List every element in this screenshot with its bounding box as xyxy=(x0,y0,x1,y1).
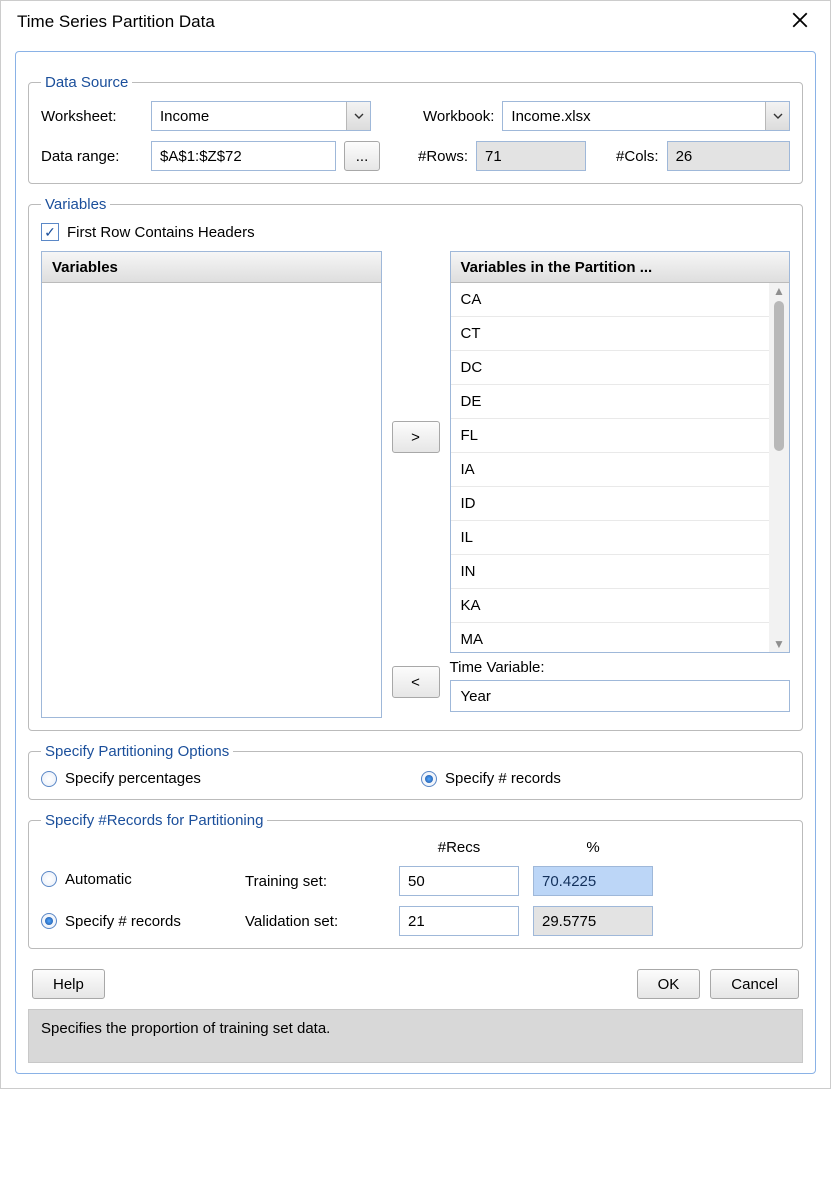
check-icon: ✓ xyxy=(41,223,59,241)
training-recs-input[interactable] xyxy=(399,866,519,896)
training-pct-value: 70.4225 xyxy=(533,866,653,896)
workbook-label: Workbook: xyxy=(423,108,494,125)
move-buttons-column: > < xyxy=(392,251,440,718)
time-variable-value: Year xyxy=(461,688,491,705)
specify-records-manual-radio[interactable]: Specify # records xyxy=(41,913,181,930)
list-item[interactable]: IA xyxy=(451,453,770,487)
radio-icon xyxy=(41,871,57,887)
worksheet-value: Income xyxy=(160,108,209,125)
ok-button[interactable]: OK xyxy=(637,969,701,999)
data-range-input[interactable] xyxy=(151,141,336,171)
scrollbar-thumb[interactable] xyxy=(774,301,784,451)
records-options-group: Specify #Records for Partitioning #Recs … xyxy=(28,812,803,949)
data-range-browse-button[interactable]: ... xyxy=(344,141,380,171)
specify-records-manual-label: Specify # records xyxy=(65,913,181,930)
specify-records-radio[interactable]: Specify # records xyxy=(421,770,561,787)
records-options-legend: Specify #Records for Partitioning xyxy=(41,812,267,829)
list-item[interactable]: FL xyxy=(451,419,770,453)
list-item[interactable]: MA xyxy=(451,623,770,652)
titlebar: Time Series Partition Data xyxy=(1,1,830,43)
specify-percentages-label: Specify percentages xyxy=(65,770,201,787)
time-variable-section: Time Variable: Year xyxy=(450,659,791,712)
chevron-down-icon[interactable] xyxy=(346,102,370,130)
partition-variables-column: Variables in the Partition ... CA CT DC … xyxy=(450,251,791,718)
available-variables-list[interactable] xyxy=(41,283,382,718)
move-left-button[interactable]: < xyxy=(392,666,440,698)
scrollbar[interactable]: ▲ ▼ xyxy=(769,283,789,652)
validation-pct-value: 29.5775 xyxy=(533,906,653,936)
automatic-label: Automatic xyxy=(65,871,132,888)
workbook-combo[interactable]: Income.xlsx xyxy=(502,101,790,131)
specify-records-label: Specify # records xyxy=(445,770,561,787)
time-variable-label: Time Variable: xyxy=(450,659,791,676)
workbook-value: Income.xlsx xyxy=(511,108,590,125)
list-item[interactable]: IL xyxy=(451,521,770,555)
partition-variables-list[interactable]: CA CT DC DE FL IA ID IL IN KA MA xyxy=(450,283,791,653)
rows-label: #Rows: xyxy=(418,148,468,165)
training-set-label: Training set: xyxy=(245,873,385,890)
list-item[interactable]: IN xyxy=(451,555,770,589)
dialog-body: Data Source Worksheet: Income Workbook: … xyxy=(1,51,830,1088)
recs-header: #Recs xyxy=(399,839,519,856)
list-item[interactable]: DC xyxy=(451,351,770,385)
scroll-up-icon[interactable]: ▲ xyxy=(773,285,785,297)
available-variables-column: Variables xyxy=(41,251,382,718)
worksheet-label: Worksheet: xyxy=(41,108,143,125)
partition-options-legend: Specify Partitioning Options xyxy=(41,743,233,760)
list-item[interactable]: CA xyxy=(451,283,770,317)
help-button[interactable]: Help xyxy=(32,969,105,999)
data-source-group: Data Source Worksheet: Income Workbook: … xyxy=(28,74,803,184)
time-variable-input[interactable]: Year xyxy=(450,680,791,712)
list-item[interactable]: KA xyxy=(451,589,770,623)
automatic-radio[interactable]: Automatic xyxy=(41,871,132,888)
first-row-headers-checkbox[interactable]: ✓ First Row Contains Headers xyxy=(41,223,255,241)
specify-percentages-radio[interactable]: Specify percentages xyxy=(41,770,381,787)
list-item[interactable]: DE xyxy=(451,385,770,419)
status-bar: Specifies the proportion of training set… xyxy=(28,1009,803,1063)
pct-header: % xyxy=(533,839,653,856)
partition-variables-items: CA CT DC DE FL IA ID IL IN KA MA xyxy=(451,283,770,652)
cols-value: 26 xyxy=(667,141,790,171)
data-range-label: Data range: xyxy=(41,148,143,165)
data-source-legend: Data Source xyxy=(41,74,132,91)
list-item[interactable]: CT xyxy=(451,317,770,351)
rows-value: 71 xyxy=(476,141,586,171)
first-row-headers-label: First Row Contains Headers xyxy=(67,224,255,241)
variables-group: Variables ✓ First Row Contains Headers V… xyxy=(28,196,803,731)
main-panel: Data Source Worksheet: Income Workbook: … xyxy=(15,51,816,1074)
scroll-down-icon[interactable]: ▼ xyxy=(773,638,785,650)
dialog-window: Time Series Partition Data Data Source W… xyxy=(0,0,831,1089)
button-row: Help OK Cancel xyxy=(28,969,803,999)
radio-icon xyxy=(41,771,57,787)
cols-label: #Cols: xyxy=(616,148,659,165)
partition-variables-header: Variables in the Partition ... xyxy=(450,251,791,283)
cancel-button[interactable]: Cancel xyxy=(710,969,799,999)
available-variables-header: Variables xyxy=(41,251,382,283)
list-item[interactable]: ID xyxy=(451,487,770,521)
worksheet-combo[interactable]: Income xyxy=(151,101,371,131)
window-title: Time Series Partition Data xyxy=(17,12,215,32)
move-right-button[interactable]: > xyxy=(392,421,440,453)
radio-icon xyxy=(421,771,437,787)
variables-legend: Variables xyxy=(41,196,110,213)
dual-list: Variables > < Variables in the Partition… xyxy=(41,251,790,718)
close-icon[interactable] xyxy=(786,11,814,33)
chevron-down-icon[interactable] xyxy=(765,102,789,130)
partition-options-group: Specify Partitioning Options Specify per… xyxy=(28,743,803,800)
validation-recs-input[interactable] xyxy=(399,906,519,936)
validation-set-label: Validation set: xyxy=(245,913,385,930)
radio-icon xyxy=(41,913,57,929)
